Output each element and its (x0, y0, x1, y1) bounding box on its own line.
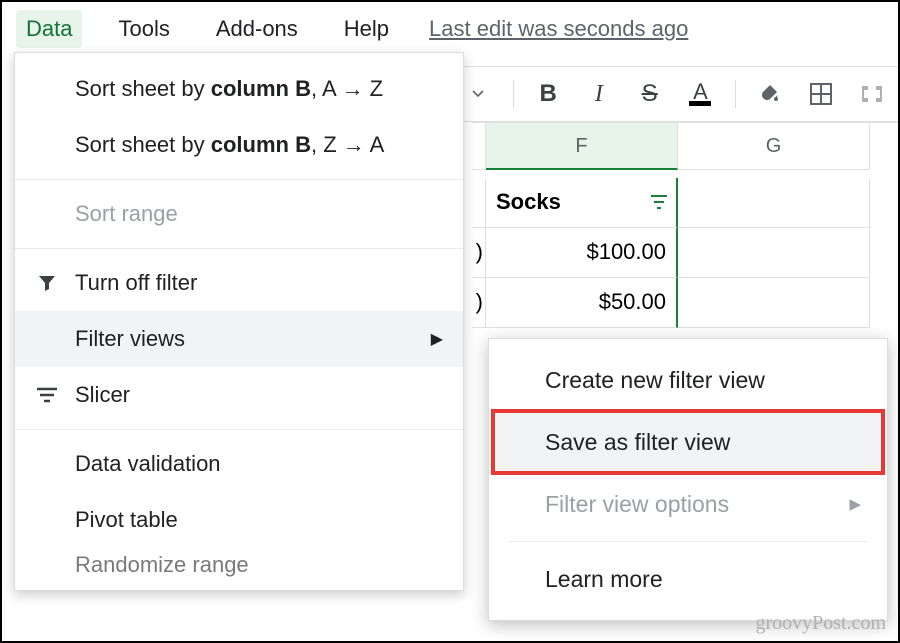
toolbar-divider (735, 80, 736, 108)
slicer[interactable]: Slicer (15, 367, 463, 423)
save-as-filter-view[interactable]: Save as filter view (489, 411, 887, 473)
menu-item-label: Turn off filter (75, 270, 197, 296)
menu-item-label: Slicer (75, 382, 130, 408)
create-new-filter-view[interactable]: Create new filter view (489, 349, 887, 411)
italic-button[interactable]: I (583, 77, 616, 111)
cell-fragment[interactable]: ) (472, 228, 486, 278)
watermark: groovyPost.com (755, 612, 886, 635)
cell[interactable] (678, 228, 870, 278)
menu-item-label: Data validation (75, 451, 221, 477)
cell-value[interactable]: $50.00 (486, 278, 678, 328)
filter-views[interactable]: Filter views ▶ (15, 311, 463, 367)
table-row: ) $100.00 (472, 228, 898, 278)
cell-header-socks[interactable]: Socks (486, 178, 678, 228)
menu-item-label: Pivot table (75, 507, 178, 533)
cell-fragment[interactable]: ) (472, 278, 486, 328)
borders-button[interactable] (805, 77, 838, 111)
col-header-g[interactable]: G (678, 123, 870, 170)
filter-icon[interactable] (650, 194, 668, 210)
filter-views-submenu: Create new filter view Save as filter vi… (488, 338, 888, 621)
cell-fragment[interactable] (472, 178, 486, 228)
text-color-swatch (689, 101, 711, 106)
filter-view-options: Filter view options ▶ (489, 473, 887, 535)
toolbar: B I S A (452, 66, 898, 122)
learn-more[interactable]: Learn more (489, 548, 887, 610)
menu-separator (15, 179, 463, 180)
table-row: ) $50.00 (472, 278, 898, 328)
submenu-arrow-icon: ▶ (849, 495, 861, 513)
bold-button[interactable]: B (532, 77, 565, 111)
slicer-icon (35, 383, 59, 407)
sort-sheet-az[interactable]: Sort sheet by column B, A → Z (15, 61, 463, 117)
sort-sheet-za[interactable]: Sort sheet by column B, Z → A (15, 117, 463, 173)
cell[interactable] (678, 178, 870, 228)
menu-item-label: Create new filter view (545, 367, 765, 394)
menu-item-label: Filter view options (545, 491, 729, 518)
merge-cells-button[interactable] (855, 77, 888, 111)
table-row: Socks (472, 178, 898, 228)
funnel-icon (35, 271, 59, 295)
col-header-f[interactable]: F (486, 123, 678, 170)
submenu-arrow-icon: ▶ (431, 329, 443, 349)
menu-addons[interactable]: Add-ons (206, 10, 308, 48)
menu-item-label: Sort range (75, 201, 178, 227)
cell-value[interactable]: $100.00 (486, 228, 678, 278)
data-validation[interactable]: Data validation (15, 436, 463, 492)
fill-color-button[interactable] (754, 77, 787, 111)
turn-off-filter[interactable]: Turn off filter (15, 255, 463, 311)
randomize-range[interactable]: Randomize range (15, 548, 463, 582)
menu-data[interactable]: Data (16, 10, 82, 48)
cell-text: Socks (496, 189, 561, 214)
text-color-button[interactable]: A (684, 77, 717, 111)
menu-item-label: Sort sheet by column B, Z → A (75, 132, 384, 158)
menu-separator (509, 541, 867, 542)
menu-help[interactable]: Help (334, 10, 399, 48)
menu-item-label: Randomize range (75, 552, 249, 578)
sort-range: Sort range (15, 186, 463, 242)
toolbar-divider (513, 80, 514, 108)
column-headers: F G (472, 122, 898, 170)
text-color-letter: A (693, 83, 708, 101)
menu-item-label: Sort sheet by column B, A → Z (75, 76, 383, 102)
data-menu-dropdown: Sort sheet by column B, A → Z Sort sheet… (14, 52, 464, 591)
menu-item-label: Filter views (75, 326, 185, 352)
last-edit-link[interactable]: Last edit was seconds ago (429, 16, 688, 42)
strikethrough-button[interactable]: S (633, 77, 666, 111)
pivot-table[interactable]: Pivot table (15, 492, 463, 548)
menu-separator (15, 429, 463, 430)
more-dropdown-arrow[interactable] (462, 77, 495, 111)
menu-tools[interactable]: Tools (108, 10, 179, 48)
col-header-fragment[interactable] (472, 123, 486, 170)
menu-item-label: Save as filter view (545, 429, 730, 456)
menubar: Data Tools Add-ons Help Last edit was se… (2, 2, 898, 56)
spreadsheet: F G Socks ) $100.00 ) $50.00 (472, 178, 898, 328)
menu-separator (15, 248, 463, 249)
menu-item-label: Learn more (545, 566, 663, 593)
cell[interactable] (678, 278, 870, 328)
